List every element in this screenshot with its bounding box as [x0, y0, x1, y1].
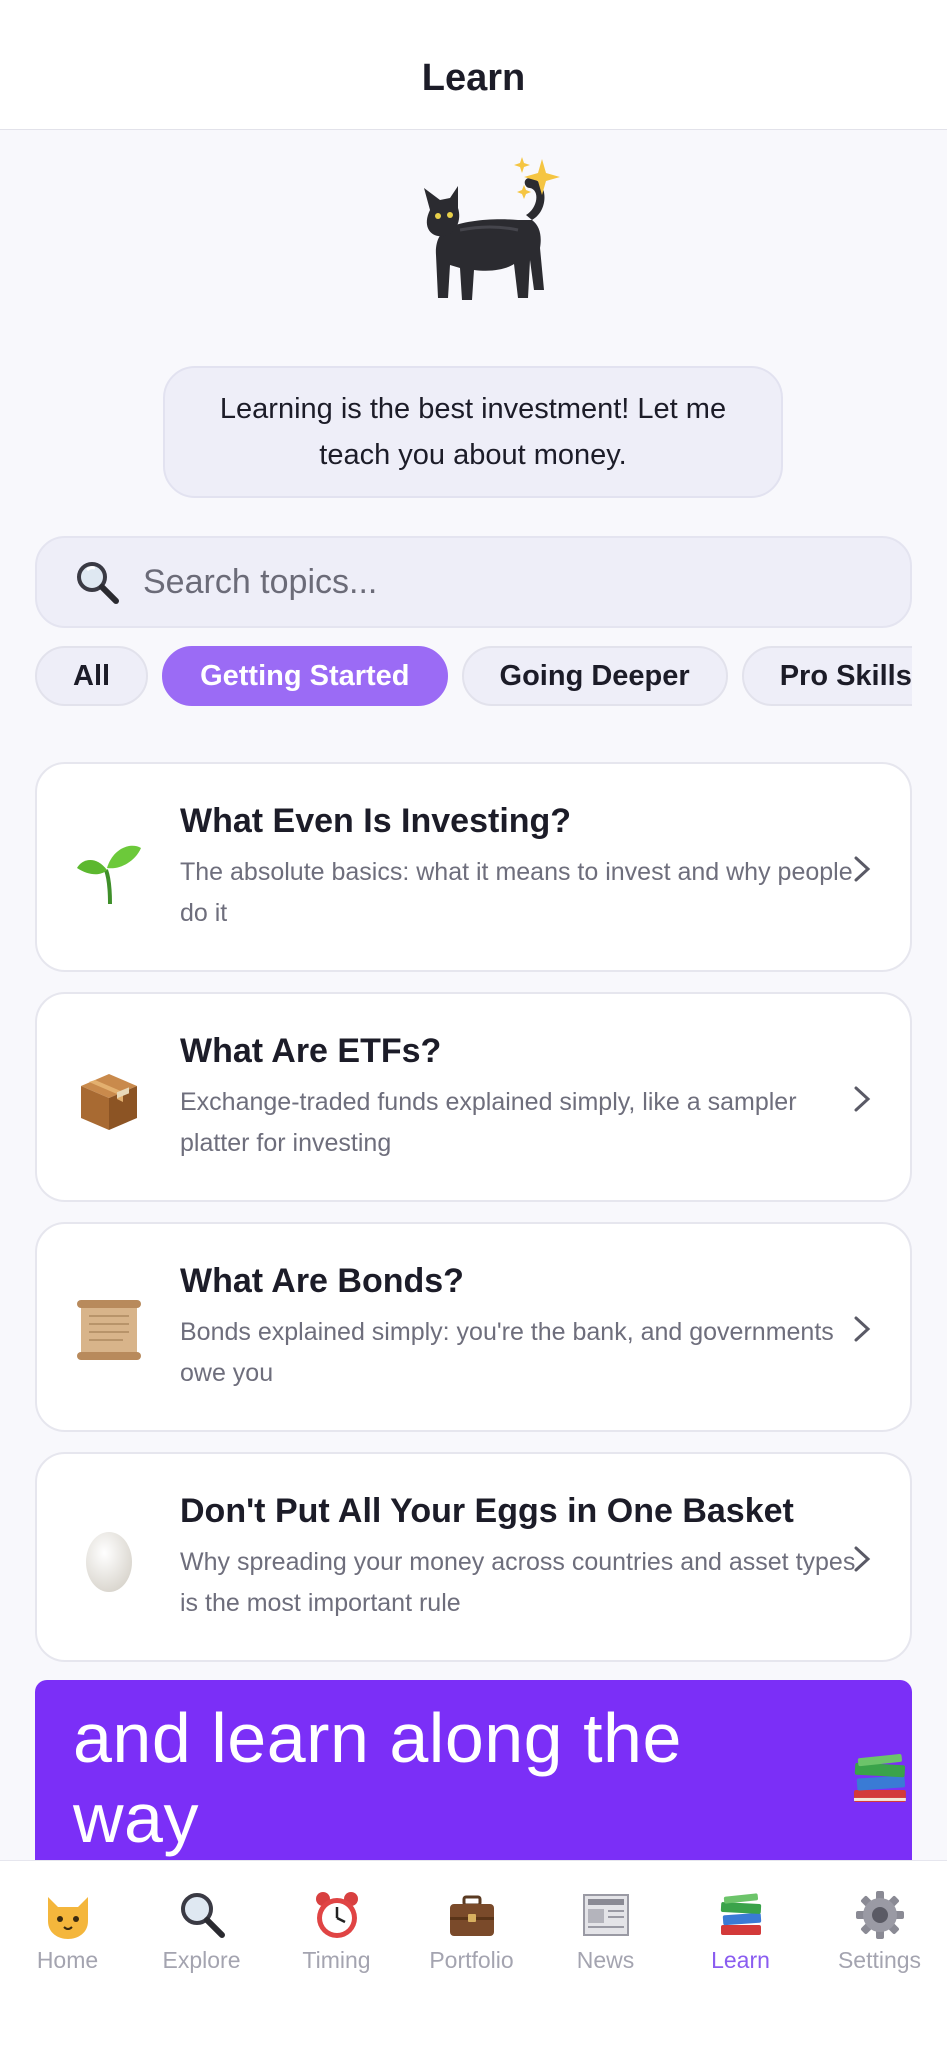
topic-card-etfs[interactable]: What Are ETFs? Exchange-traded funds exp… — [35, 992, 912, 1202]
alarm-clock-icon — [315, 1892, 358, 1938]
egg-icon — [86, 1532, 132, 1592]
tab-settings[interactable]: Settings — [812, 1861, 947, 1981]
cat-face-icon — [47, 1897, 88, 1939]
books-icon — [720, 1893, 761, 1935]
topic-title: Don't Put All Your Eggs in One Basket — [180, 1492, 794, 1530]
package-icon — [81, 1074, 137, 1130]
tab-explore[interactable]: Explore — [134, 1861, 269, 1981]
topic-card-bonds[interactable]: What Are Bonds? Bonds explained simply: … — [35, 1222, 912, 1432]
topic-description: The absolute basics: what it means to in… — [180, 858, 853, 927]
filter-chip-going-deeper[interactable]: Going Deeper — [461, 646, 728, 706]
mascot-speech-bubble: Learning is the best investment! Let me … — [163, 366, 783, 498]
tab-learn[interactable]: Learn — [673, 1861, 808, 1981]
chevron-right-icon — [854, 856, 871, 882]
promo-banner: and learn along the way — [35, 1680, 912, 1875]
topic-description: Exchange-traded funds explained simply, … — [180, 1088, 797, 1157]
page-title: Learn — [421, 57, 526, 99]
promo-text: and learn along the way — [73, 1698, 682, 1857]
seedling-icon — [77, 845, 141, 905]
filter-chip-pro-skills[interactable]: Pro Skills — [741, 646, 912, 706]
topic-card-diversification[interactable]: Don't Put All Your Eggs in One Basket Wh… — [35, 1452, 912, 1662]
topic-title: What Are ETFs? — [180, 1032, 442, 1070]
bubble-text: Learning is the best investment! Let me … — [219, 393, 727, 471]
chevron-right-icon — [854, 1316, 871, 1342]
learn-screen: Learn Learning is the best investment! L… — [0, 0, 947, 2048]
topic-card-investing[interactable]: What Even Is Investing? The absolute bas… — [35, 762, 912, 972]
nav-header: Learn — [0, 0, 947, 130]
magnifier-icon — [77, 562, 119, 604]
topic-description: Bonds explained simply: you're the bank,… — [180, 1318, 834, 1387]
search-bar[interactable] — [35, 536, 912, 628]
tab-portfolio[interactable]: Portfolio — [404, 1861, 539, 1981]
scroll-icon — [77, 1300, 141, 1360]
books-icon — [854, 1753, 907, 1802]
topic-title: What Are Bonds? — [180, 1262, 464, 1300]
filter-chip-getting-started[interactable]: Getting Started — [162, 646, 448, 706]
tab-home[interactable]: Home — [0, 1861, 135, 1981]
chevron-right-icon — [854, 1086, 871, 1112]
topic-description: Why spreading your money across countrie… — [180, 1548, 856, 1617]
chevron-right-icon — [854, 1546, 871, 1572]
tab-news[interactable]: News — [538, 1861, 673, 1981]
filter-chip-all[interactable]: All — [35, 646, 149, 706]
topic-title: What Even Is Investing? — [180, 802, 572, 840]
category-filter-bar: All Getting Started Going Deeper Pro Ski… — [35, 646, 912, 708]
newspaper-icon — [582, 1894, 629, 1936]
magnifier-icon — [180, 1893, 225, 1938]
gear-icon — [855, 1891, 904, 1939]
tab-timing[interactable]: Timing — [269, 1861, 404, 1981]
sparkles-icon — [514, 157, 560, 199]
bottom-tab-bar: Home Explore Timing Portfolio News Learn… — [0, 1860, 947, 2048]
briefcase-icon — [449, 1895, 494, 1936]
search-input[interactable] — [143, 562, 863, 602]
